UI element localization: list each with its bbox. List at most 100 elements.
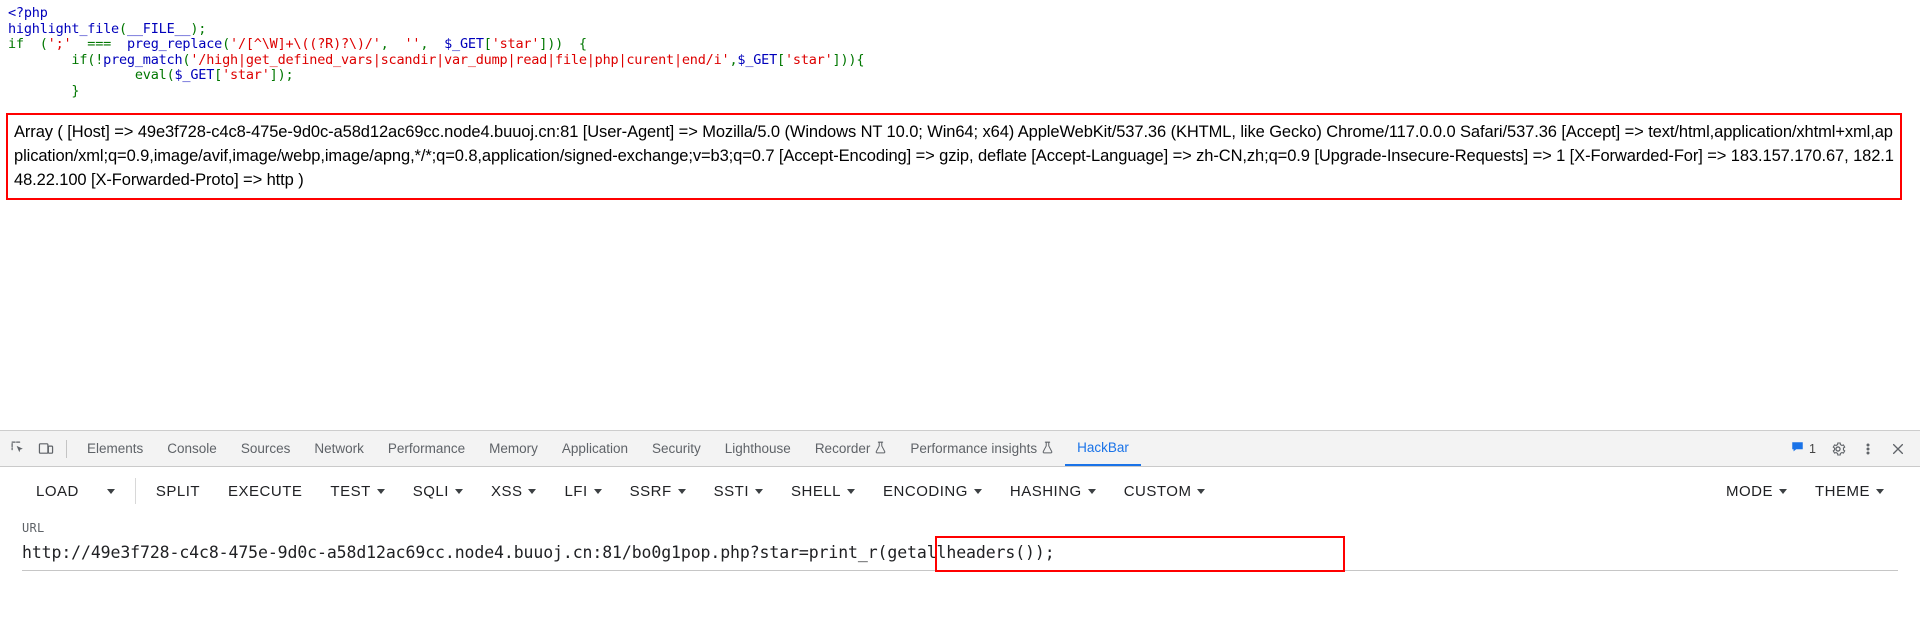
url-field-label: URL (22, 521, 45, 535)
hackbar-button-sqli[interactable]: SQLI (399, 477, 477, 506)
url-input[interactable]: http://49e3f728-c4c8-475e-9d0c-a58d12ac6… (22, 543, 1055, 562)
tab-label: Network (314, 441, 364, 456)
button-label: LOAD (36, 482, 79, 500)
code-token: ])){ (832, 51, 865, 68)
tab-hackbar[interactable]: HackBar (1065, 431, 1141, 466)
button-label: SPLIT (155, 482, 201, 500)
code-token: ';' (47, 36, 72, 52)
url-input-wrapper[interactable]: http://49e3f728-c4c8-475e-9d0c-a58d12ac6… (22, 536, 1898, 572)
chevron-down-icon (593, 488, 602, 494)
hackbar-button-ssrf[interactable]: SSRF (616, 477, 700, 506)
chevron-down-icon (1779, 488, 1787, 494)
code-token: $_GET (737, 51, 778, 68)
hackbar-button-mode[interactable]: MODE (1712, 477, 1801, 506)
tab-elements[interactable]: Elements (75, 431, 155, 466)
chevron-down-icon (755, 488, 763, 494)
tab-memory[interactable]: Memory (477, 431, 550, 466)
issues-badge[interactable]: 1 (1784, 440, 1822, 457)
code-line: eval($_GET['star']); (8, 67, 864, 84)
code-token: ( (222, 36, 231, 52)
code-token: 'star' (784, 51, 833, 68)
code-token: $_GET (174, 67, 215, 83)
toolbar-divider (134, 478, 136, 504)
code-token: 'star' (222, 67, 270, 83)
code-token: <?php (8, 5, 48, 21)
hackbar-url-section: URL http://49e3f728-c4c8-475e-9d0c-a58d1… (0, 515, 1920, 572)
device-toolbar-icon[interactable] (32, 435, 60, 463)
tab-label: Elements (87, 441, 144, 456)
code-token: ( (119, 20, 127, 37)
tab-label: HackBar (1077, 440, 1129, 455)
code-token: highlight_file (8, 20, 119, 37)
tab-label: Lighthouse (724, 441, 791, 456)
chevron-down-icon (847, 488, 856, 494)
code-token: , (420, 36, 445, 52)
tab-application[interactable]: Application (550, 431, 640, 466)
code-token: , (380, 36, 405, 52)
code-line: } (8, 83, 864, 100)
tab-network[interactable]: Network (302, 431, 376, 466)
chevron-down-icon (454, 488, 463, 494)
code-token: '/high|get_defined_vars|scandir|var_dump… (190, 51, 730, 68)
tab-recorder[interactable]: Recorder (803, 431, 899, 466)
code-line: if(!preg_match('/high|get_defined_vars|s… (8, 51, 865, 69)
devtools-panel: Elements Console Sources Network Performance… (0, 430, 1920, 618)
hackbar-button-load[interactable]: LOAD (22, 477, 93, 506)
hackbar-button-ssti[interactable]: SSTI (700, 477, 777, 506)
button-label: EXECUTE (228, 482, 303, 500)
hackbar-toolbar: LOAD SPLIT EXECUTE TEST SQLI XSS LFI SSRF SSTI SH… (0, 467, 1920, 515)
button-label: ENCODING (883, 482, 968, 500)
button-label: TEST (330, 482, 371, 500)
hackbar-button-xss[interactable]: XSS (477, 477, 551, 506)
hackbar-button-shell[interactable]: SHELL (777, 477, 869, 506)
button-label: CUSTOM (1123, 482, 1192, 500)
code-token: ( (166, 67, 175, 83)
code-token: [ (777, 51, 785, 68)
chevron-down-icon (973, 488, 982, 494)
code-token: preg_replace (126, 36, 223, 52)
hackbar-button-encoding[interactable]: ENCODING (869, 477, 996, 506)
hackbar-button-hashing[interactable]: HASHING (996, 477, 1110, 506)
tab-console[interactable]: Console (155, 431, 229, 466)
code-token: '' (404, 36, 421, 52)
button-label: LFI (564, 482, 588, 500)
code-line: if (';' === preg_replace('/[^\W]+\((?R)?… (8, 36, 864, 53)
code-token: ])) { (539, 36, 587, 52)
tab-security[interactable]: Security (640, 431, 713, 466)
more-vertical-icon[interactable] (1854, 435, 1882, 463)
tab-label: Security (651, 441, 701, 456)
hackbar-button-test[interactable]: TEST (316, 477, 398, 506)
code-token: [ (483, 36, 492, 52)
button-label: THEME (1815, 482, 1870, 500)
button-label: SQLI (412, 482, 449, 500)
code-token: ]); (269, 67, 294, 83)
browser-page-content: <?php highlight_file(__FILE__); if (';' ==… (0, 0, 1920, 430)
hackbar-button-lfi[interactable]: LFI (550, 477, 615, 506)
hackbar-button-split[interactable]: SPLIT (142, 477, 214, 506)
tab-label: Application (561, 441, 628, 456)
close-icon[interactable] (1884, 435, 1912, 463)
tab-lighthouse[interactable]: Lighthouse (713, 431, 803, 466)
tab-label: Memory (489, 441, 538, 456)
chevron-down-icon (376, 488, 385, 494)
chevron-down-icon (1876, 488, 1884, 494)
tab-performance[interactable]: Performance (376, 431, 477, 466)
headers-array-output-text: Array ( [Host] => 49e3f728-c4c8-475e-9d0… (14, 123, 1894, 189)
tab-label: Recorder (814, 441, 871, 456)
hackbar-load-dropdown-toggle[interactable] (93, 483, 129, 500)
code-token: === (71, 36, 127, 52)
tab-label: Performance insights (910, 441, 1038, 456)
tab-label: Performance (387, 441, 466, 456)
hackbar-button-execute[interactable]: EXECUTE (214, 477, 316, 506)
hackbar-button-theme[interactable]: THEME (1801, 477, 1898, 506)
experiment-flask-icon (1042, 441, 1053, 456)
hackbar-button-custom[interactable]: CUSTOM (1110, 477, 1220, 506)
tab-sources[interactable]: Sources (229, 431, 303, 466)
button-label: MODE (1726, 482, 1773, 500)
tab-performance-insights[interactable]: Performance insights (898, 431, 1065, 466)
tab-label: Sources (240, 441, 291, 456)
inspect-element-icon[interactable] (4, 435, 32, 463)
code-token: [ (214, 67, 223, 83)
gear-icon[interactable] (1824, 435, 1852, 463)
chevron-down-icon (106, 488, 115, 494)
